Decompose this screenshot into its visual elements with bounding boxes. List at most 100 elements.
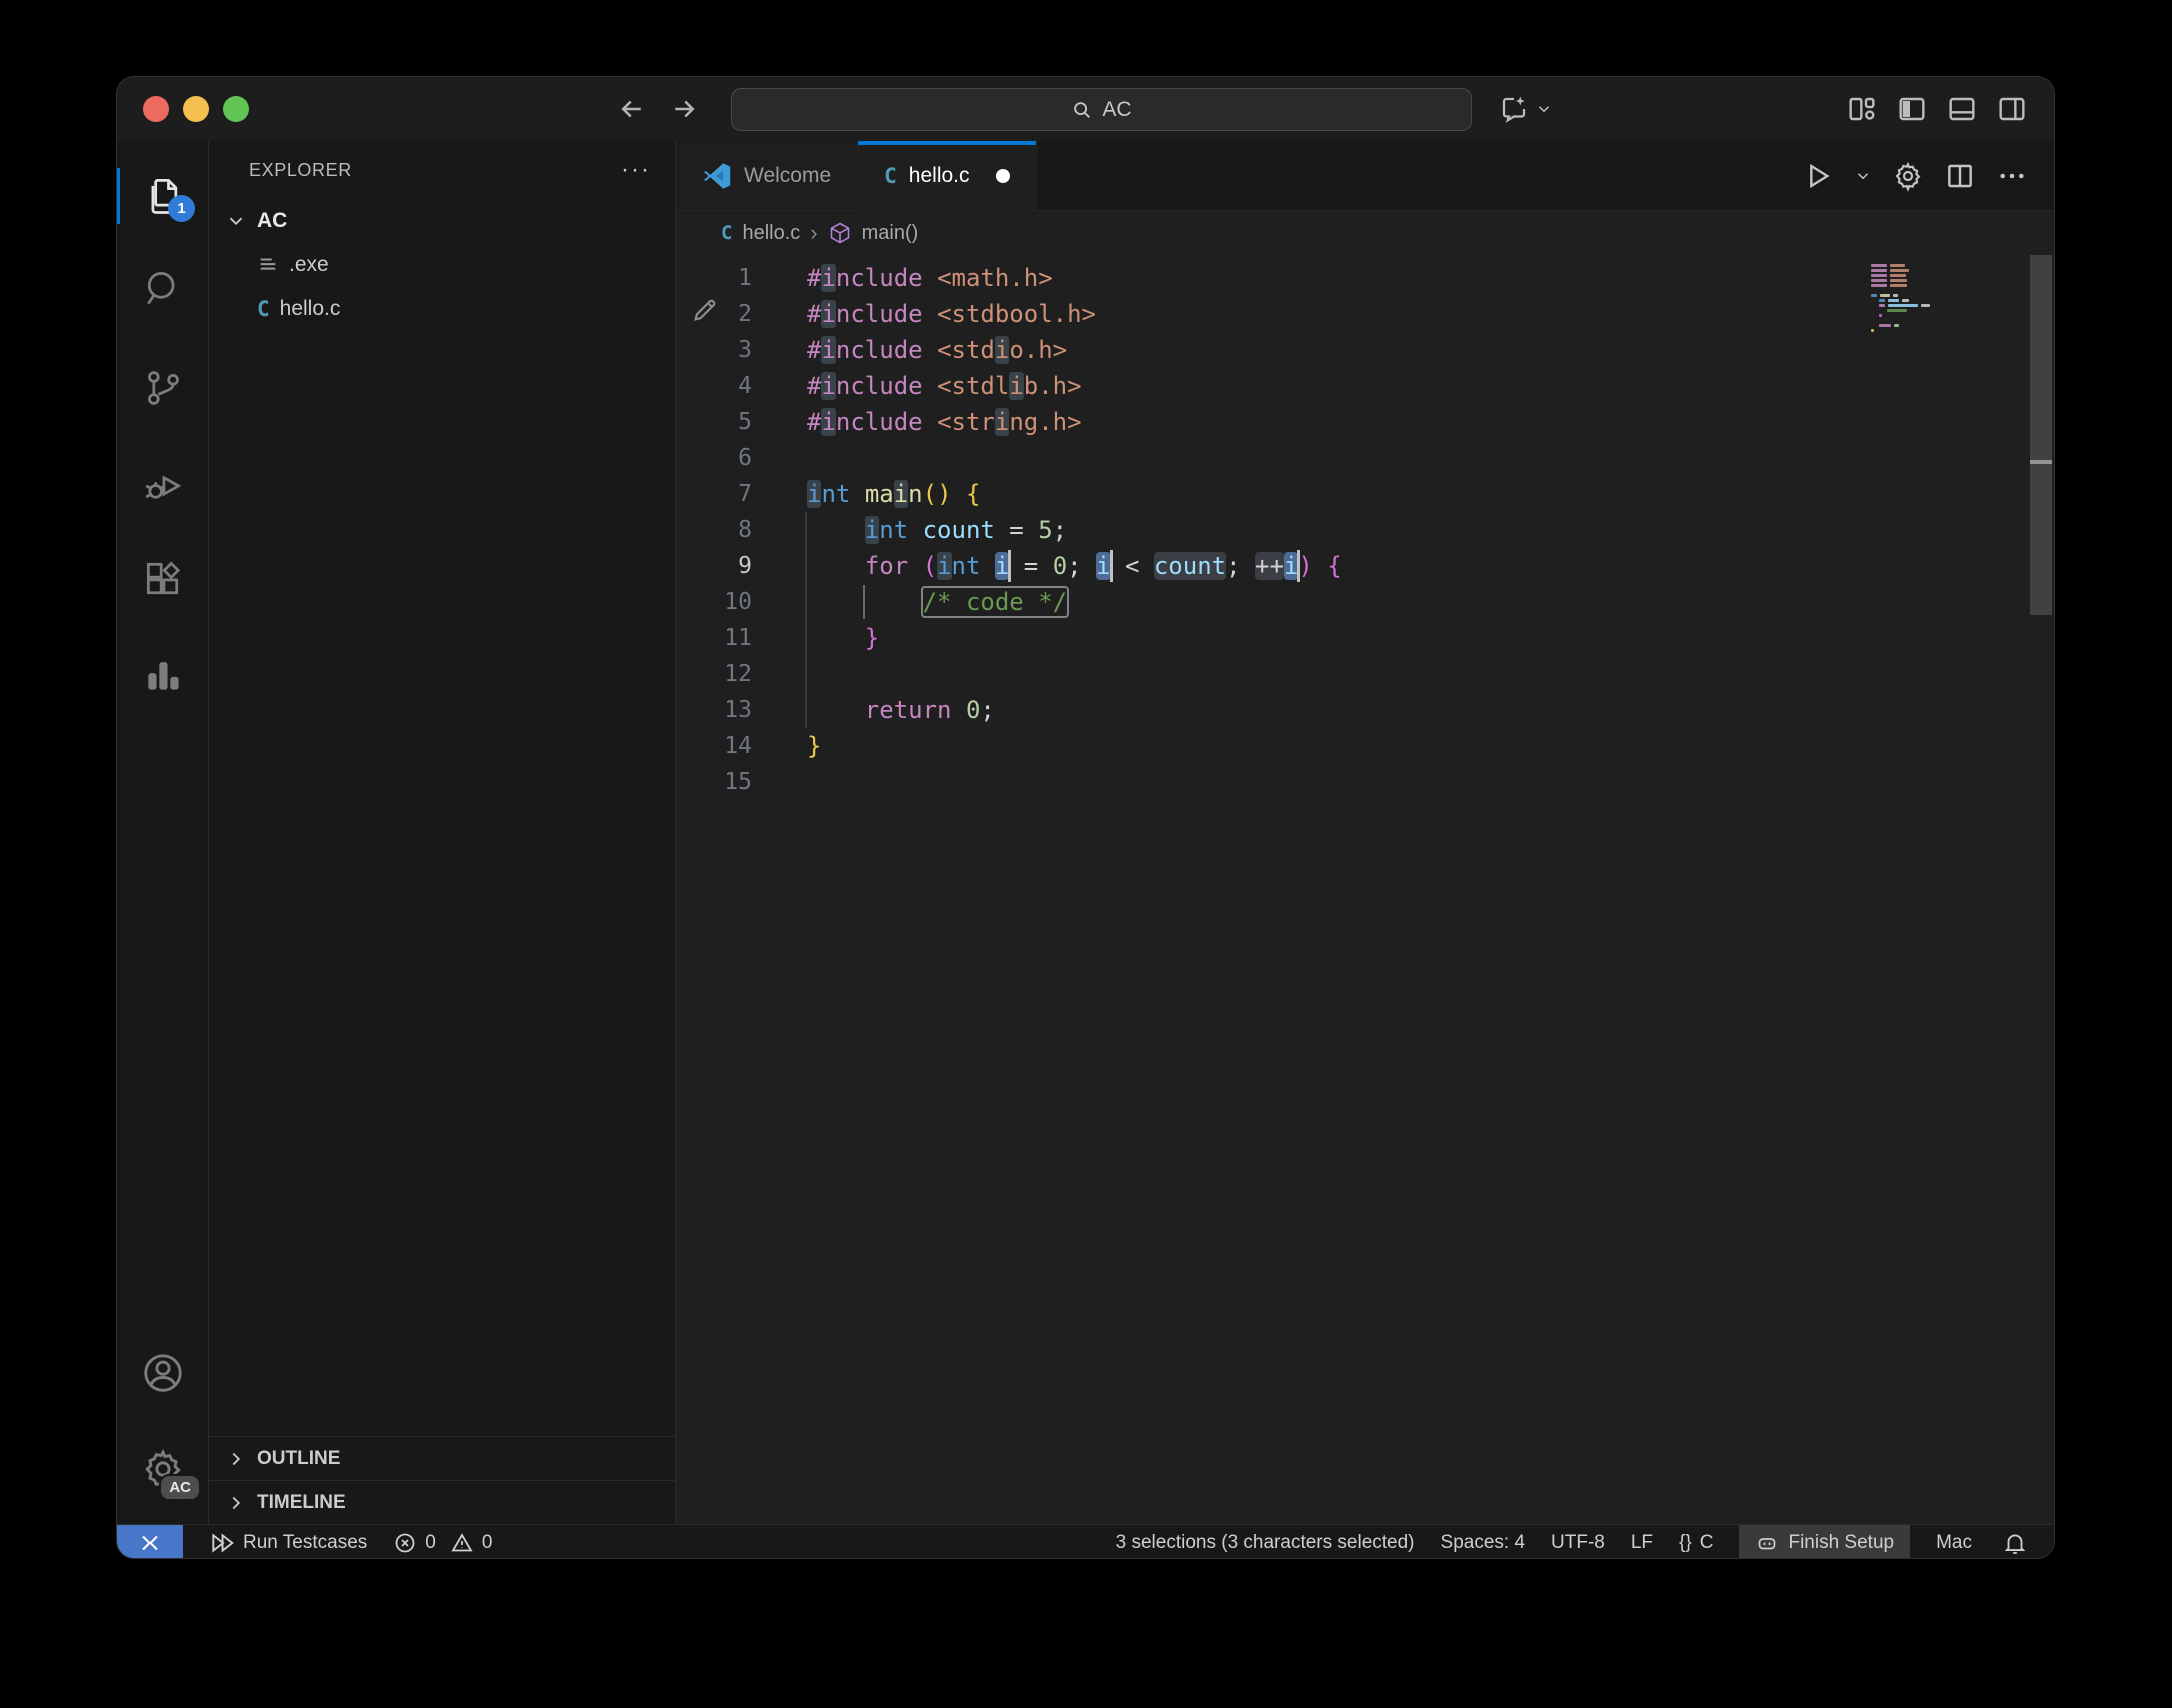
code-token: i (865, 516, 879, 544)
code-token: b.h> (1024, 372, 1082, 400)
indentation-status[interactable]: Spaces: 4 (1441, 1532, 1526, 1554)
tree-item-root[interactable]: AC (209, 199, 675, 243)
code-line[interactable]: 13 return 0; (676, 692, 2054, 728)
encoding-label: UTF-8 (1551, 1532, 1605, 1554)
code-token: i (807, 480, 821, 508)
editor-actions (1802, 141, 2054, 210)
code-line[interactable]: 15 (676, 764, 2054, 800)
code-token (807, 624, 865, 652)
code-token (923, 264, 937, 292)
code-line[interactable]: 14} (676, 728, 2054, 764)
line-number: 4 (676, 368, 752, 404)
code-token (923, 300, 937, 328)
run-file-icon[interactable] (1802, 160, 1834, 192)
selection-status[interactable]: 3 selections (3 characters selected) (1116, 1532, 1415, 1554)
run-dropdown-chevron-icon[interactable] (1854, 167, 1872, 185)
minimap-bar (1879, 324, 1891, 327)
finish-setup-button[interactable]: Finish Setup (1739, 1525, 1910, 1560)
code-token: i (1096, 552, 1110, 580)
code-line[interactable]: 6 (676, 440, 2054, 476)
code-line[interactable]: 5#include <string.h> (676, 404, 2054, 440)
timeline-section[interactable]: TIMELINE (209, 1480, 675, 1524)
code-line[interactable]: 4#include <stdlib.h> (676, 368, 2054, 404)
breadcrumb-file[interactable]: hello.c (742, 222, 800, 245)
bar-chart-icon (141, 653, 185, 697)
code-token: <stdbool.h> (937, 300, 1096, 328)
tree-item-helloc[interactable]: C hello.c (209, 287, 675, 331)
zoom-button[interactable] (223, 96, 249, 122)
code-line[interactable]: 9 for (int i = 0; i < count; ++i) { (676, 548, 2054, 584)
copilot-menu[interactable] (1499, 77, 1553, 141)
forward-arrow-icon[interactable] (669, 94, 699, 124)
command-center[interactable]: AC (731, 88, 1472, 131)
more-actions-icon[interactable] (1996, 160, 2028, 192)
line-number: 8 (676, 512, 752, 548)
minimap[interactable] (1871, 263, 2036, 338)
tab-label: hello.c (909, 164, 970, 188)
line-number: 2 (676, 296, 752, 332)
eol-label: LF (1631, 1532, 1653, 1554)
tab-label: Welcome (744, 164, 831, 188)
code-line[interactable]: 12 (676, 656, 2054, 692)
code-line[interactable]: 8 int count = 5; (676, 512, 2054, 548)
code-token: < (1111, 552, 1154, 580)
code-token: ; (980, 696, 994, 724)
outline-section[interactable]: OUTLINE (209, 1436, 675, 1480)
close-button[interactable] (143, 96, 169, 122)
language-mode-status[interactable]: {} C (1679, 1532, 1713, 1554)
tree-item-exe[interactable]: .exe (209, 243, 675, 287)
encoding-status[interactable]: UTF-8 (1551, 1532, 1605, 1554)
tab-welcome[interactable]: Welcome (676, 141, 858, 210)
sidebar-item-search[interactable] (117, 255, 209, 323)
code-line[interactable]: 11 } (676, 620, 2054, 656)
workbench: 1 (117, 141, 2054, 1524)
breadcrumb[interactable]: C hello.c › main() (676, 211, 2054, 255)
modified-dot-icon[interactable] (996, 169, 1010, 183)
split-editor-icon[interactable] (1944, 160, 1976, 192)
os-status[interactable]: Mac (1936, 1532, 1972, 1554)
c-file-icon: C (721, 222, 732, 244)
run-testcases-button[interactable]: Run Testcases (209, 1530, 367, 1556)
toggle-secondary-sidebar-icon[interactable] (1996, 93, 2028, 125)
more-actions-icon[interactable]: ··· (621, 156, 651, 184)
sidebar-item-run-debug[interactable] (117, 451, 209, 519)
error-icon (393, 1531, 417, 1555)
explorer-sidebar: EXPLORER ··· AC .exe C (209, 141, 676, 1524)
code-line[interactable]: 3#include <stdio.h> (676, 332, 2054, 368)
sidebar-item-extensions[interactable] (117, 545, 209, 613)
code-token: nclude (836, 300, 923, 328)
tab-helloc[interactable]: C hello.c (858, 141, 1036, 210)
code-token: ; (1067, 552, 1096, 580)
sidebar-item-source-control[interactable] (117, 354, 209, 422)
line-number: 5 (676, 404, 752, 440)
code-line[interactable]: 1#include <math.h> (676, 260, 2054, 296)
code-token: i (821, 408, 835, 436)
problems-indicator[interactable]: 0 0 (393, 1531, 492, 1555)
settings-gear-icon[interactable] (1892, 160, 1924, 192)
editor-scrollbar[interactable] (2030, 255, 2052, 1524)
minimize-button[interactable] (183, 96, 209, 122)
back-arrow-icon[interactable] (617, 94, 647, 124)
code-token: () (923, 480, 952, 508)
notifications-bell-icon[interactable] (2002, 1530, 2028, 1556)
eol-status[interactable]: LF (1631, 1532, 1653, 1554)
code-editor[interactable]: 1#include <math.h>2#include <stdbool.h>3… (676, 255, 2054, 1524)
account-button[interactable] (117, 1339, 209, 1407)
toggle-primary-sidebar-icon[interactable] (1896, 93, 1928, 125)
code-line[interactable]: 10 /* code */ (676, 584, 2054, 620)
toggle-panel-icon[interactable] (1946, 93, 1978, 125)
source-control-icon (141, 366, 185, 410)
code-token: <math.h> (937, 264, 1053, 292)
sidebar-item-explorer[interactable]: 1 (117, 162, 209, 230)
c-file-icon: C (884, 164, 897, 188)
code-token: i (995, 336, 1009, 364)
customize-layout-icon[interactable] (1846, 93, 1878, 125)
code-line[interactable]: 2#include <stdbool.h> (676, 296, 2054, 332)
breadcrumb-symbol[interactable]: main() (862, 222, 919, 245)
scrollbar-thumb[interactable] (2030, 255, 2052, 615)
remote-indicator[interactable] (117, 1525, 183, 1560)
settings-button[interactable]: AC (117, 1435, 209, 1503)
code-line[interactable]: 7int main() { (676, 476, 2054, 512)
minimap-bar (1893, 294, 1898, 297)
sidebar-item-testcases[interactable] (117, 641, 209, 709)
